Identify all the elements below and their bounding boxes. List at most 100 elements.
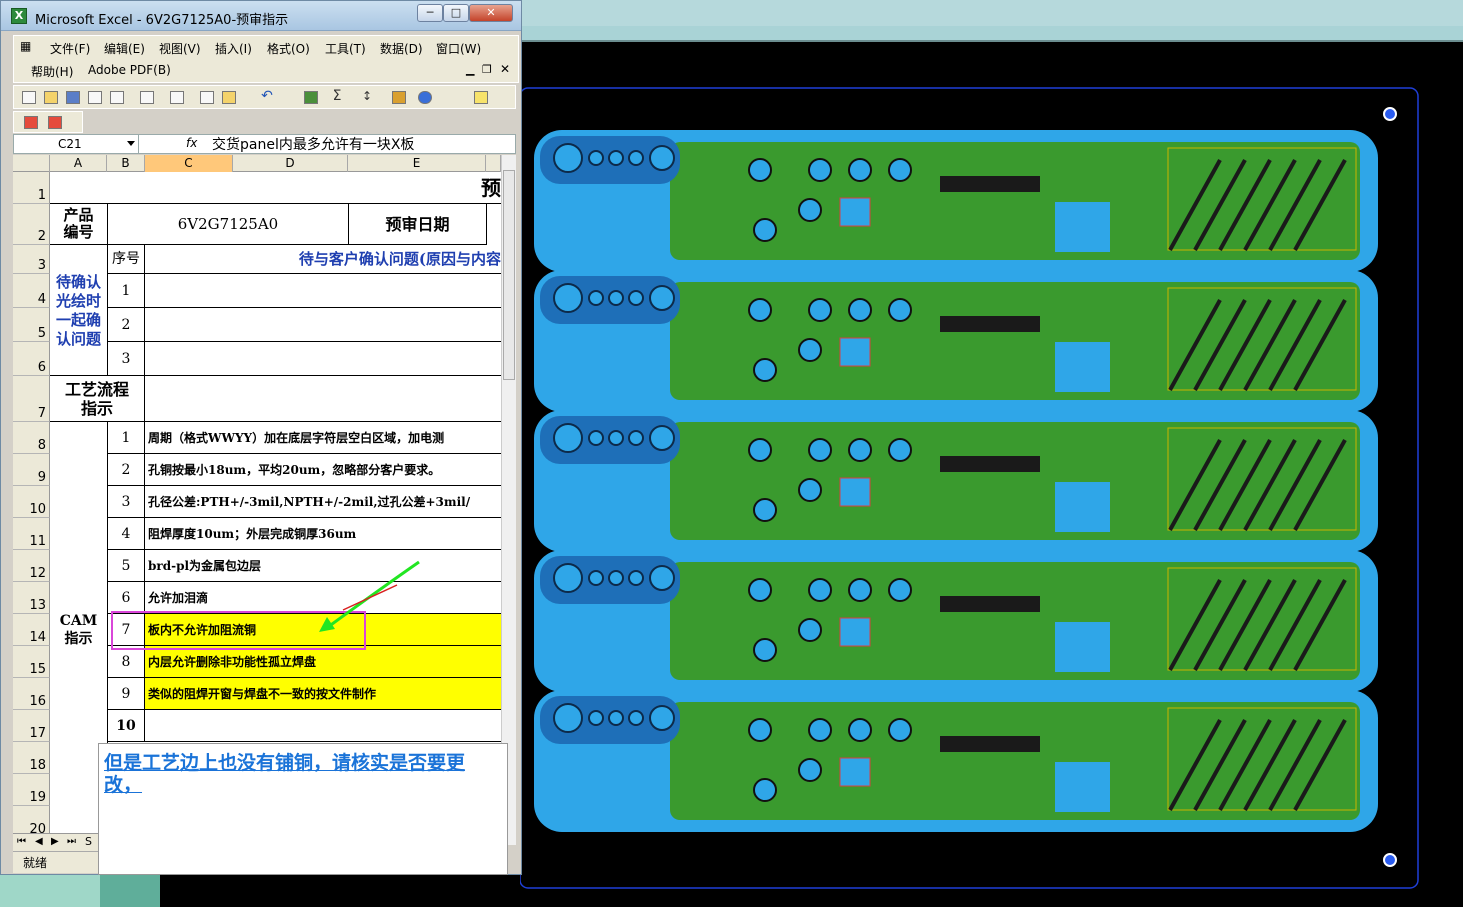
board-green-2	[670, 282, 1360, 400]
undo-icon[interactable]: ↶	[260, 89, 274, 104]
ic-1	[839, 197, 871, 227]
pad-3-3	[608, 430, 624, 446]
via-5-3	[848, 718, 872, 742]
title-bar[interactable]: X Microsoft Excel - 6V2G7125A0-预审指示 ─ □ …	[1, 1, 521, 31]
ic-4	[839, 617, 871, 647]
doc-close-icon[interactable]: ✕	[500, 62, 510, 76]
via-4-2	[808, 578, 832, 602]
pdf-email-icon[interactable]	[48, 116, 62, 129]
help-icon[interactable]	[418, 91, 432, 104]
pad-4-4	[628, 570, 644, 586]
menu-view[interactable]: 视图(V)	[159, 40, 201, 57]
fiducial-2	[1383, 853, 1397, 867]
menu-adobe-pdf[interactable]: Adobe PDF(B)	[88, 63, 171, 77]
menu-data[interactable]: 数据(D)	[380, 40, 423, 57]
copper-block-4	[1055, 622, 1110, 672]
pad-3-1	[553, 423, 583, 453]
vertical-scrollbar[interactable]	[501, 155, 516, 845]
via-1-2	[808, 158, 832, 182]
menu-insert[interactable]: 插入(I)	[215, 40, 252, 57]
menu-tools[interactable]: 工具(T)	[325, 40, 366, 57]
excel-window: X Microsoft Excel - 6V2G7125A0-预审指示 ─ □ …	[0, 0, 522, 875]
pad-2-1	[553, 283, 583, 313]
print-icon[interactable]	[140, 91, 154, 104]
minimize-button[interactable]: ─	[417, 4, 443, 22]
ic-5	[839, 757, 871, 787]
first-sheet-icon[interactable]: ⏮	[17, 836, 26, 847]
pad-5-1	[553, 703, 583, 733]
formula-bar: C21 fx 交货panel内最多允许有一块X板	[13, 134, 516, 154]
via-1-1	[748, 158, 772, 182]
via-4-1	[748, 578, 772, 602]
doc-minimize-icon[interactable]: ▁	[466, 63, 474, 76]
background-window-corner-dark	[100, 873, 160, 907]
status-bar: 就绪	[13, 851, 98, 873]
hyperlink-icon[interactable]	[304, 91, 318, 104]
maximize-button[interactable]: □	[443, 4, 469, 22]
via-2-2	[808, 298, 832, 322]
last-sheet-icon[interactable]: ⏭	[67, 836, 76, 847]
research-icon[interactable]	[170, 91, 184, 104]
close-button[interactable]: ✕	[469, 4, 513, 22]
name-box[interactable]: C21	[14, 135, 139, 153]
via-2-5	[753, 358, 777, 382]
background-window-strip	[520, 0, 1463, 42]
menu-file[interactable]: 文件(F)	[50, 40, 90, 57]
fx-icon[interactable]: fx	[186, 136, 197, 150]
formula-input[interactable]: 交货panel内最多允许有一块X板	[212, 135, 414, 155]
via-1-4	[888, 158, 912, 182]
paste-icon[interactable]	[222, 91, 236, 104]
pad-2-4	[628, 290, 644, 306]
name-box-dropdown-icon[interactable]	[127, 141, 135, 146]
via-4-6	[798, 618, 822, 642]
pad-1-4	[628, 150, 644, 166]
sheet-tab[interactable]: S	[85, 835, 92, 848]
via-3-3	[848, 438, 872, 462]
window-title: Microsoft Excel - 6V2G7125A0-预审指示	[35, 13, 289, 28]
save-icon[interactable]	[66, 91, 80, 104]
menu-format[interactable]: 格式(O)	[267, 40, 310, 57]
doc-restore-icon[interactable]: ❐	[482, 63, 492, 76]
autosum-icon[interactable]: Σ	[330, 89, 344, 104]
pad-5-2	[588, 710, 604, 726]
workbook-icon[interactable]: ▦	[20, 39, 31, 53]
sheet-tab-bar: ⏮ ◀ ▶ ⏭ S	[13, 833, 98, 851]
open-icon[interactable]	[44, 91, 58, 104]
menu-window[interactable]: 窗口(W)	[436, 40, 481, 57]
via-4-3	[848, 578, 872, 602]
ic-2	[839, 337, 871, 367]
annotation-arrow-green	[327, 560, 420, 629]
email-icon[interactable]	[110, 91, 124, 104]
via-1-6	[798, 198, 822, 222]
via-5-4	[888, 718, 912, 742]
board-green-1	[670, 142, 1360, 260]
trace-block-3	[940, 456, 1040, 472]
pad-1-5	[649, 145, 675, 171]
prev-sheet-icon[interactable]: ◀	[35, 836, 43, 847]
pad-4-1	[553, 563, 583, 593]
menu-help[interactable]: 帮助(H)	[31, 63, 73, 80]
trace-block-1	[940, 176, 1040, 192]
standard-toolbar: ↶ Σ ↕	[13, 85, 516, 109]
permission-icon[interactable]	[88, 91, 102, 104]
create-pdf-icon[interactable]	[24, 116, 38, 129]
fill-color-icon[interactable]	[474, 91, 488, 104]
pad-3-4	[628, 430, 644, 446]
via-2-1	[748, 298, 772, 322]
via-5-5	[753, 778, 777, 802]
scroll-thumb[interactable]	[503, 170, 515, 380]
sort-icon[interactable]: ↕	[360, 90, 374, 104]
pcb-panel-view[interactable]	[520, 42, 1463, 907]
fiducial-1	[1383, 107, 1397, 121]
copy-icon[interactable]	[200, 91, 214, 104]
next-sheet-icon[interactable]: ▶	[51, 836, 59, 847]
worksheet-grid[interactable]: A B C D E 1 2 3 4 5 6 7 8 9 10 11 12 13 14 15 16 17 18 19 2…	[13, 155, 501, 845]
comment-box[interactable]: 但是工艺边上也没有铺铜，请核实是否要更改，	[98, 743, 508, 875]
via-5-1	[748, 718, 772, 742]
excel-app-icon: X	[11, 8, 27, 24]
menu-edit[interactable]: 编辑(E)	[104, 40, 145, 57]
trace-block-4	[940, 596, 1040, 612]
new-icon[interactable]	[22, 91, 36, 104]
via-2-6	[798, 338, 822, 362]
chart-wizard-icon[interactable]	[392, 91, 406, 104]
